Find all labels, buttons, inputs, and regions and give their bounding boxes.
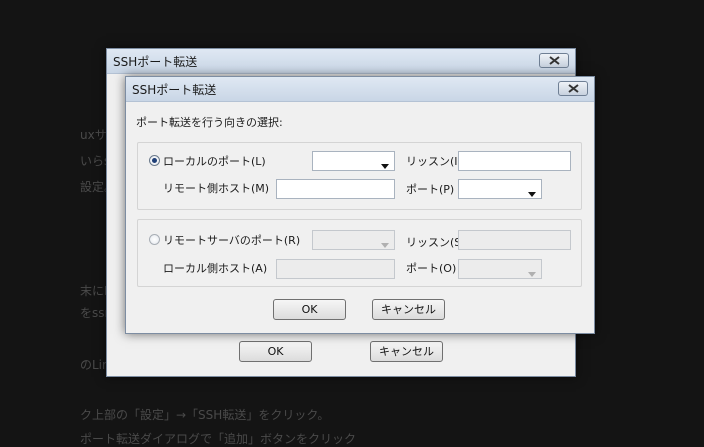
dialog-close-button[interactable]	[558, 81, 588, 96]
remote-server-port-dropdown[interactable]	[312, 230, 395, 250]
remote-port-dropdown[interactable]	[458, 179, 542, 199]
close-icon	[549, 56, 560, 65]
close-icon	[568, 84, 579, 93]
chevron-down-icon	[381, 159, 389, 172]
chevron-down-icon	[528, 267, 536, 280]
cancel-button[interactable]: キャンセル	[372, 299, 445, 320]
remote-port-label: ポート(P)	[406, 183, 455, 196]
back-cancel-button[interactable]: キャンセル	[370, 341, 443, 362]
remote-forward-group: リモートサーバのポート(R) リッスン(S) ローカル側ホスト(A) ポート(O…	[137, 219, 582, 287]
local-port-dropdown[interactable]	[312, 151, 395, 171]
remote-port-radio[interactable]	[149, 234, 160, 245]
back-dialog-titlebar[interactable]: SSHポート転送	[107, 49, 575, 74]
back-ok-button[interactable]: OK	[239, 341, 312, 362]
chevron-down-icon	[528, 187, 536, 200]
back-dialog-close-button[interactable]	[539, 53, 569, 68]
ok-button[interactable]: OK	[273, 299, 346, 320]
remote-listen-label: リッスン(S)	[406, 236, 466, 249]
background-text-8: ポート転送ダイアログで「追加」ボタンをクリック	[80, 432, 357, 446]
dialog-titlebar[interactable]: SSHポート転送	[126, 77, 594, 102]
ssh-port-forward-dialog: SSHポート転送 ポート転送を行う向きの選択: ローカルのポート(L) リッスン…	[125, 76, 595, 334]
local-forward-group: ローカルのポート(L) リッスン(I) リモート側ホスト(M) ポート(P)	[137, 142, 582, 210]
remote-host-input[interactable]	[276, 179, 395, 199]
local-listen-label: リッスン(I)	[406, 155, 462, 168]
direction-label: ポート転送を行う向きの選択:	[136, 116, 283, 129]
remote-port-label[interactable]: リモートサーバのポート(R)	[163, 232, 300, 248]
remote-host-label: リモート側ホスト(M)	[163, 182, 270, 195]
back-dialog-title: SSHポート転送	[113, 55, 198, 69]
local-port-radio[interactable]	[149, 155, 160, 166]
local-listen-input[interactable]	[458, 151, 571, 171]
local-port-o-label: ポート(O)	[406, 262, 457, 275]
local-port-label[interactable]: ローカルのポート(L)	[163, 153, 266, 169]
radio-selected-dot	[152, 158, 157, 163]
background-text-7: ク上部の「設定」→「SSH転送」をクリック。	[80, 408, 330, 422]
dialog-title: SSHポート転送	[132, 83, 217, 97]
local-port-o-dropdown[interactable]	[458, 259, 542, 279]
chevron-down-icon	[381, 238, 389, 251]
local-host-label: ローカル側ホスト(A)	[163, 262, 268, 275]
local-host-input[interactable]	[276, 259, 395, 279]
remote-listen-input[interactable]	[458, 230, 571, 250]
